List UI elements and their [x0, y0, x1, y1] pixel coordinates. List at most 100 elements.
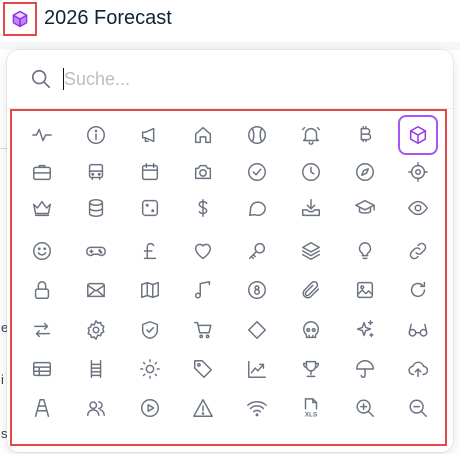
icon-option-lightbulb[interactable]	[347, 233, 383, 269]
icon-option-map[interactable]	[132, 272, 168, 308]
smile-icon	[33, 242, 51, 260]
icon-option-skull[interactable]	[293, 312, 329, 348]
icon-option-zoom-in[interactable]	[347, 390, 383, 426]
icon-option-settings[interactable]	[78, 312, 114, 348]
icon-option-box[interactable]	[398, 115, 438, 155]
file-xls-label: XLS	[305, 411, 318, 418]
icon-option-cloud-upload[interactable]	[400, 351, 436, 387]
icon-option-eye[interactable]	[400, 190, 436, 226]
icon-option-lock[interactable]	[24, 272, 60, 308]
clock-icon	[302, 163, 320, 181]
music-icon	[194, 281, 211, 299]
icon-option-layers[interactable]	[293, 233, 329, 269]
activity-icon	[32, 128, 52, 142]
icon-option-database[interactable]	[78, 190, 114, 226]
icon-option-message-circle[interactable]	[239, 190, 275, 226]
icon-option-shield-check[interactable]	[132, 312, 168, 348]
icon-option-briefcase[interactable]	[24, 154, 60, 190]
icon-option-paperclip[interactable]	[293, 272, 329, 308]
icon-option-crosshair[interactable]	[400, 154, 436, 190]
icon-option-umbrella[interactable]	[347, 351, 383, 387]
icon-option-trending-up[interactable]	[239, 351, 275, 387]
icon-option-users[interactable]	[78, 390, 114, 426]
icon-option-home[interactable]	[185, 117, 221, 153]
icon-option-megaphone[interactable]	[132, 117, 168, 153]
icon-option-sun[interactable]	[132, 351, 168, 387]
settings-icon	[87, 320, 105, 340]
icon-option-camera[interactable]	[185, 154, 221, 190]
page-header: 2026 Forecast	[0, 0, 460, 42]
icon-option-gamepad[interactable]	[78, 233, 114, 269]
sparkles-icon	[356, 320, 374, 338]
heart-icon	[194, 243, 212, 260]
icon-option-zoom-out[interactable]	[400, 390, 436, 426]
trophy-icon	[302, 360, 320, 378]
icon-option-refresh[interactable]	[400, 272, 436, 308]
home-icon	[194, 126, 212, 144]
icon-option-easel[interactable]	[24, 390, 60, 426]
icon-option-activity[interactable]	[24, 117, 60, 153]
page-icon-button[interactable]	[3, 2, 37, 36]
icon-option-eight-ball[interactable]	[239, 272, 275, 308]
icon-search-bar	[7, 50, 453, 109]
icon-option-mail[interactable]	[78, 272, 114, 308]
icon-option-key[interactable]	[239, 233, 275, 269]
icon-option-baseball[interactable]	[239, 117, 275, 153]
icon-option-tag[interactable]	[185, 351, 221, 387]
icon-option-table[interactable]	[24, 351, 60, 387]
icon-option-pound[interactable]	[132, 233, 168, 269]
icon-picker-popup: XLS	[7, 50, 453, 452]
icon-option-compass[interactable]	[347, 154, 383, 190]
dice-icon	[141, 199, 159, 217]
icon-option-file-xls[interactable]: XLS	[293, 390, 329, 426]
pound-icon	[143, 242, 157, 260]
icon-option-alert-triangle[interactable]	[185, 390, 221, 426]
image-icon	[356, 281, 374, 299]
zoom-out-icon	[409, 399, 427, 417]
icon-option-play-circle[interactable]	[132, 390, 168, 426]
mail-icon	[87, 282, 105, 298]
lock-icon	[34, 281, 50, 299]
briefcase-icon	[33, 164, 51, 181]
icon-option-check-circle[interactable]	[239, 154, 275, 190]
icon-option-music[interactable]	[185, 272, 221, 308]
icon-option-inbox-download[interactable]	[293, 190, 329, 226]
wifi-icon	[247, 401, 267, 417]
icon-option-trophy[interactable]	[293, 351, 329, 387]
icon-option-swap[interactable]	[24, 312, 60, 348]
tag-icon	[194, 360, 212, 378]
trending-up-icon	[248, 360, 266, 378]
key-icon	[248, 242, 266, 260]
check-circle-icon	[248, 163, 266, 181]
icon-option-bus[interactable]	[78, 154, 114, 190]
icon-option-heart[interactable]	[185, 233, 221, 269]
refresh-icon	[410, 281, 426, 298]
icon-option-clock[interactable]	[293, 154, 329, 190]
icon-option-graduation-cap[interactable]	[347, 190, 383, 226]
icon-option-bell-ring[interactable]	[293, 117, 329, 153]
play-circle-icon	[141, 399, 159, 417]
megaphone-icon	[141, 127, 155, 143]
bus-icon	[88, 163, 104, 181]
sun-icon	[140, 359, 160, 379]
icon-option-image[interactable]	[347, 272, 383, 308]
icon-option-cart[interactable]	[185, 312, 221, 348]
icon-search-input[interactable]	[62, 62, 424, 96]
icon-option-info[interactable]	[78, 117, 114, 153]
icon-option-dollar[interactable]	[185, 190, 221, 226]
icon-option-wifi[interactable]	[239, 390, 275, 426]
icon-option-bitcoin[interactable]	[347, 117, 383, 153]
icon-option-calendar[interactable]	[132, 154, 168, 190]
icon-option-smile[interactable]	[24, 233, 60, 269]
alert-triangle-icon	[193, 399, 213, 417]
database-icon	[88, 199, 104, 217]
search-icon	[31, 69, 51, 89]
zoom-in-icon	[356, 399, 374, 417]
icon-option-crown[interactable]	[24, 190, 60, 226]
icon-option-glasses[interactable]	[400, 312, 436, 348]
icon-option-ladder[interactable]	[78, 351, 114, 387]
icon-option-link[interactable]	[400, 233, 436, 269]
icon-option-diamond[interactable]	[239, 312, 275, 348]
icon-option-dice[interactable]	[132, 190, 168, 226]
icon-option-sparkles[interactable]	[347, 312, 383, 348]
